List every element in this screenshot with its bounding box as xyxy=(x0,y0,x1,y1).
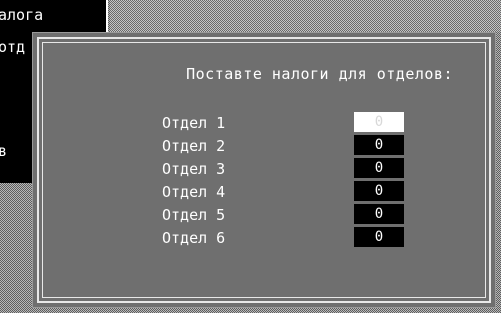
tax-input-department-1[interactable]: 0 xyxy=(354,112,404,132)
tax-input-department-2[interactable]: 0 xyxy=(354,135,404,155)
department-label-4: Отдел 4 xyxy=(162,183,226,201)
department-label-2: Отдел 2 xyxy=(162,137,226,155)
tax-input-department-5[interactable]: 0 xyxy=(354,204,404,224)
department-label-1: Отдел 1 xyxy=(162,114,226,132)
tax-input-department-3[interactable]: 0 xyxy=(354,158,404,178)
department-label-5: Отдел 5 xyxy=(162,206,226,224)
background-pattern-area xyxy=(110,0,501,32)
tax-input-department-4[interactable]: 0 xyxy=(354,181,404,201)
background-window-line-1: алога xyxy=(0,6,44,24)
tax-dialog: Поставте налоги для отделов: Отдел 1 0 О… xyxy=(33,33,495,307)
dialog-title: Поставте налоги для отделов: xyxy=(186,65,453,83)
tax-input-department-6[interactable]: 0 xyxy=(354,227,404,247)
department-label-3: Отдел 3 xyxy=(162,160,226,178)
department-label-6: Отдел 6 xyxy=(162,229,226,247)
